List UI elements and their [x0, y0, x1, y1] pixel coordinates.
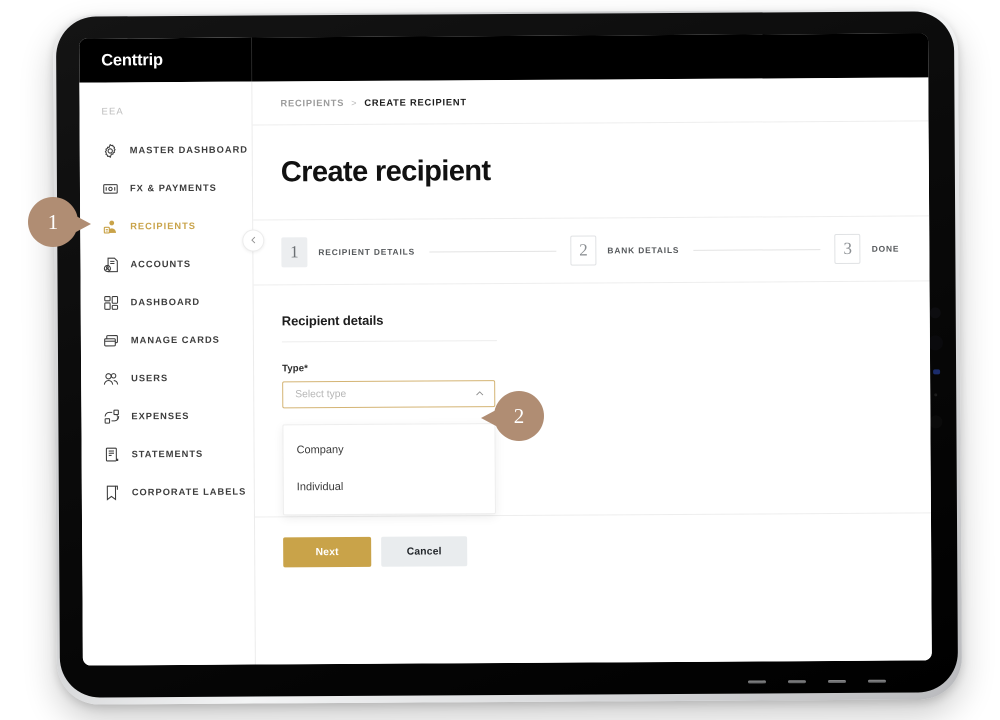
sidebar: EEA MASTER DASHBOARD FX & PAYMENTS RECIP…	[79, 81, 256, 666]
chevron-up-icon	[474, 388, 485, 399]
grid-icon	[103, 294, 120, 311]
dropdown-option-company[interactable]: Company	[283, 430, 494, 468]
breadcrumb-link-recipients[interactable]: RECIPIENTS	[280, 97, 344, 107]
device-body: Centtrip EEA MASTER DASHBOARD FX & PAYME…	[55, 11, 959, 698]
person-card-icon	[102, 218, 119, 235]
type-select[interactable]: Select type	[282, 380, 496, 409]
top-bar-blank	[252, 33, 929, 82]
camera-lens-icon	[927, 335, 943, 351]
callout-marker-2: 2	[481, 391, 544, 441]
step-label: BANK DETAILS	[607, 244, 680, 256]
label-tag-icon	[104, 484, 121, 501]
brand-logo[interactable]: Centtrip	[79, 37, 253, 83]
sidebar-item-dashboard[interactable]: DASHBOARD	[81, 283, 253, 322]
step-label: DONE	[871, 243, 900, 254]
sidebar-section-label: EEA	[101, 106, 124, 118]
scene: Centtrip EEA MASTER DASHBOARD FX & PAYME…	[0, 0, 1000, 720]
expenses-icon	[103, 408, 120, 425]
step-3[interactable]: 3 DONE	[834, 233, 900, 264]
form-section-heading: Recipient details	[281, 312, 497, 343]
page-title: Create recipient	[280, 155, 491, 189]
step-2[interactable]: 2 BANK DETAILS	[570, 235, 679, 266]
sidebar-item-label: MANAGE CARDS	[130, 334, 220, 346]
type-dropdown-menu: Company Individual	[282, 423, 496, 516]
sidebar-item-recipients[interactable]: RECIPIENTS	[80, 207, 252, 246]
cancel-button[interactable]: Cancel	[381, 536, 468, 567]
sidebar-item-manage-cards[interactable]: MANAGE CARDS	[81, 321, 253, 360]
step-connector	[693, 248, 821, 251]
sidebar-item-fx-payments[interactable]: FX & PAYMENTS	[80, 169, 252, 208]
chevron-left-icon	[249, 232, 258, 250]
stepper: 1 RECIPIENT DETAILS 2 BANK DETAILS 3 DON…	[253, 216, 930, 286]
type-select-placeholder: Select type	[295, 388, 347, 401]
sidebar-item-master-dashboard[interactable]: MASTER DASHBOARD	[80, 131, 252, 170]
sidebar-item-statements[interactable]: STATEMENTS	[81, 435, 253, 474]
sidebar-item-label: RECIPIENTS	[130, 220, 197, 232]
tablet-device: Centtrip EEA MASTER DASHBOARD FX & PAYME…	[52, 9, 963, 705]
top-bar: Centtrip	[79, 33, 929, 83]
next-button[interactable]: Next	[283, 536, 372, 568]
sidebar-item-label: MASTER DASHBOARD	[129, 144, 249, 156]
type-field: Type* Select type Company Individual	[282, 362, 496, 516]
main-content: RECIPIENTS > CREATE RECIPIENT Create rec…	[252, 77, 932, 665]
form-area: Recipient details Type* Select type Comp…	[254, 281, 931, 516]
page-title-section: Create recipient	[252, 121, 930, 221]
sidebar-item-label: ACCOUNTS	[130, 258, 192, 270]
sidebar-item-users[interactable]: USERS	[81, 359, 253, 398]
gear-icon	[102, 142, 119, 159]
speaker-grille	[747, 679, 886, 684]
step-connector	[429, 250, 557, 252]
cards-icon	[103, 332, 120, 349]
dropdown-option-individual[interactable]: Individual	[284, 467, 495, 505]
side-button[interactable]	[929, 415, 943, 429]
step-label: RECIPIENT DETAILS	[318, 246, 416, 258]
app-window: Centtrip EEA MASTER DASHBOARD FX & PAYME…	[79, 33, 932, 666]
callout-marker-1: 1	[28, 197, 91, 247]
type-field-label: Type*	[282, 363, 309, 375]
sidebar-item-label: USERS	[131, 373, 169, 384]
breadcrumb-separator-icon: >	[351, 97, 358, 108]
statement-icon	[104, 446, 121, 463]
breadcrumb-current: CREATE RECIPIENT	[364, 96, 467, 108]
sidebar-collapse-button[interactable]	[242, 229, 265, 252]
sidebar-item-label: EXPENSES	[131, 410, 190, 422]
users-icon	[103, 370, 120, 387]
step-number: 2	[570, 235, 597, 266]
step-1[interactable]: 1 RECIPIENT DETAILS	[281, 237, 415, 268]
sidebar-item-label: STATEMENTS	[131, 448, 204, 460]
sidebar-item-label: DASHBOARD	[130, 296, 201, 308]
form-actions: Next Cancel	[255, 513, 931, 568]
sidebar-item-label: CORPORATE LABELS	[131, 486, 247, 498]
banknote-icon	[102, 180, 119, 197]
sidebar-item-corporate-labels[interactable]: CORPORATE LABELS	[82, 473, 254, 512]
sensor-icon	[933, 369, 941, 375]
account-document-icon	[102, 256, 119, 273]
breadcrumb: RECIPIENTS > CREATE RECIPIENT	[252, 77, 929, 126]
body-row: EEA MASTER DASHBOARD FX & PAYMENTS RECIP…	[79, 77, 932, 666]
microphone-icon	[934, 393, 938, 397]
sidebar-item-expenses[interactable]: EXPENSES	[81, 397, 253, 436]
step-number: 3	[834, 233, 861, 264]
front-camera-icon	[929, 307, 941, 319]
sidebar-item-label: FX & PAYMENTS	[129, 182, 217, 194]
sidebar-item-accounts[interactable]: ACCOUNTS	[80, 245, 252, 284]
device-screen: Centtrip EEA MASTER DASHBOARD FX & PAYME…	[79, 33, 932, 666]
step-number: 1	[281, 237, 308, 268]
